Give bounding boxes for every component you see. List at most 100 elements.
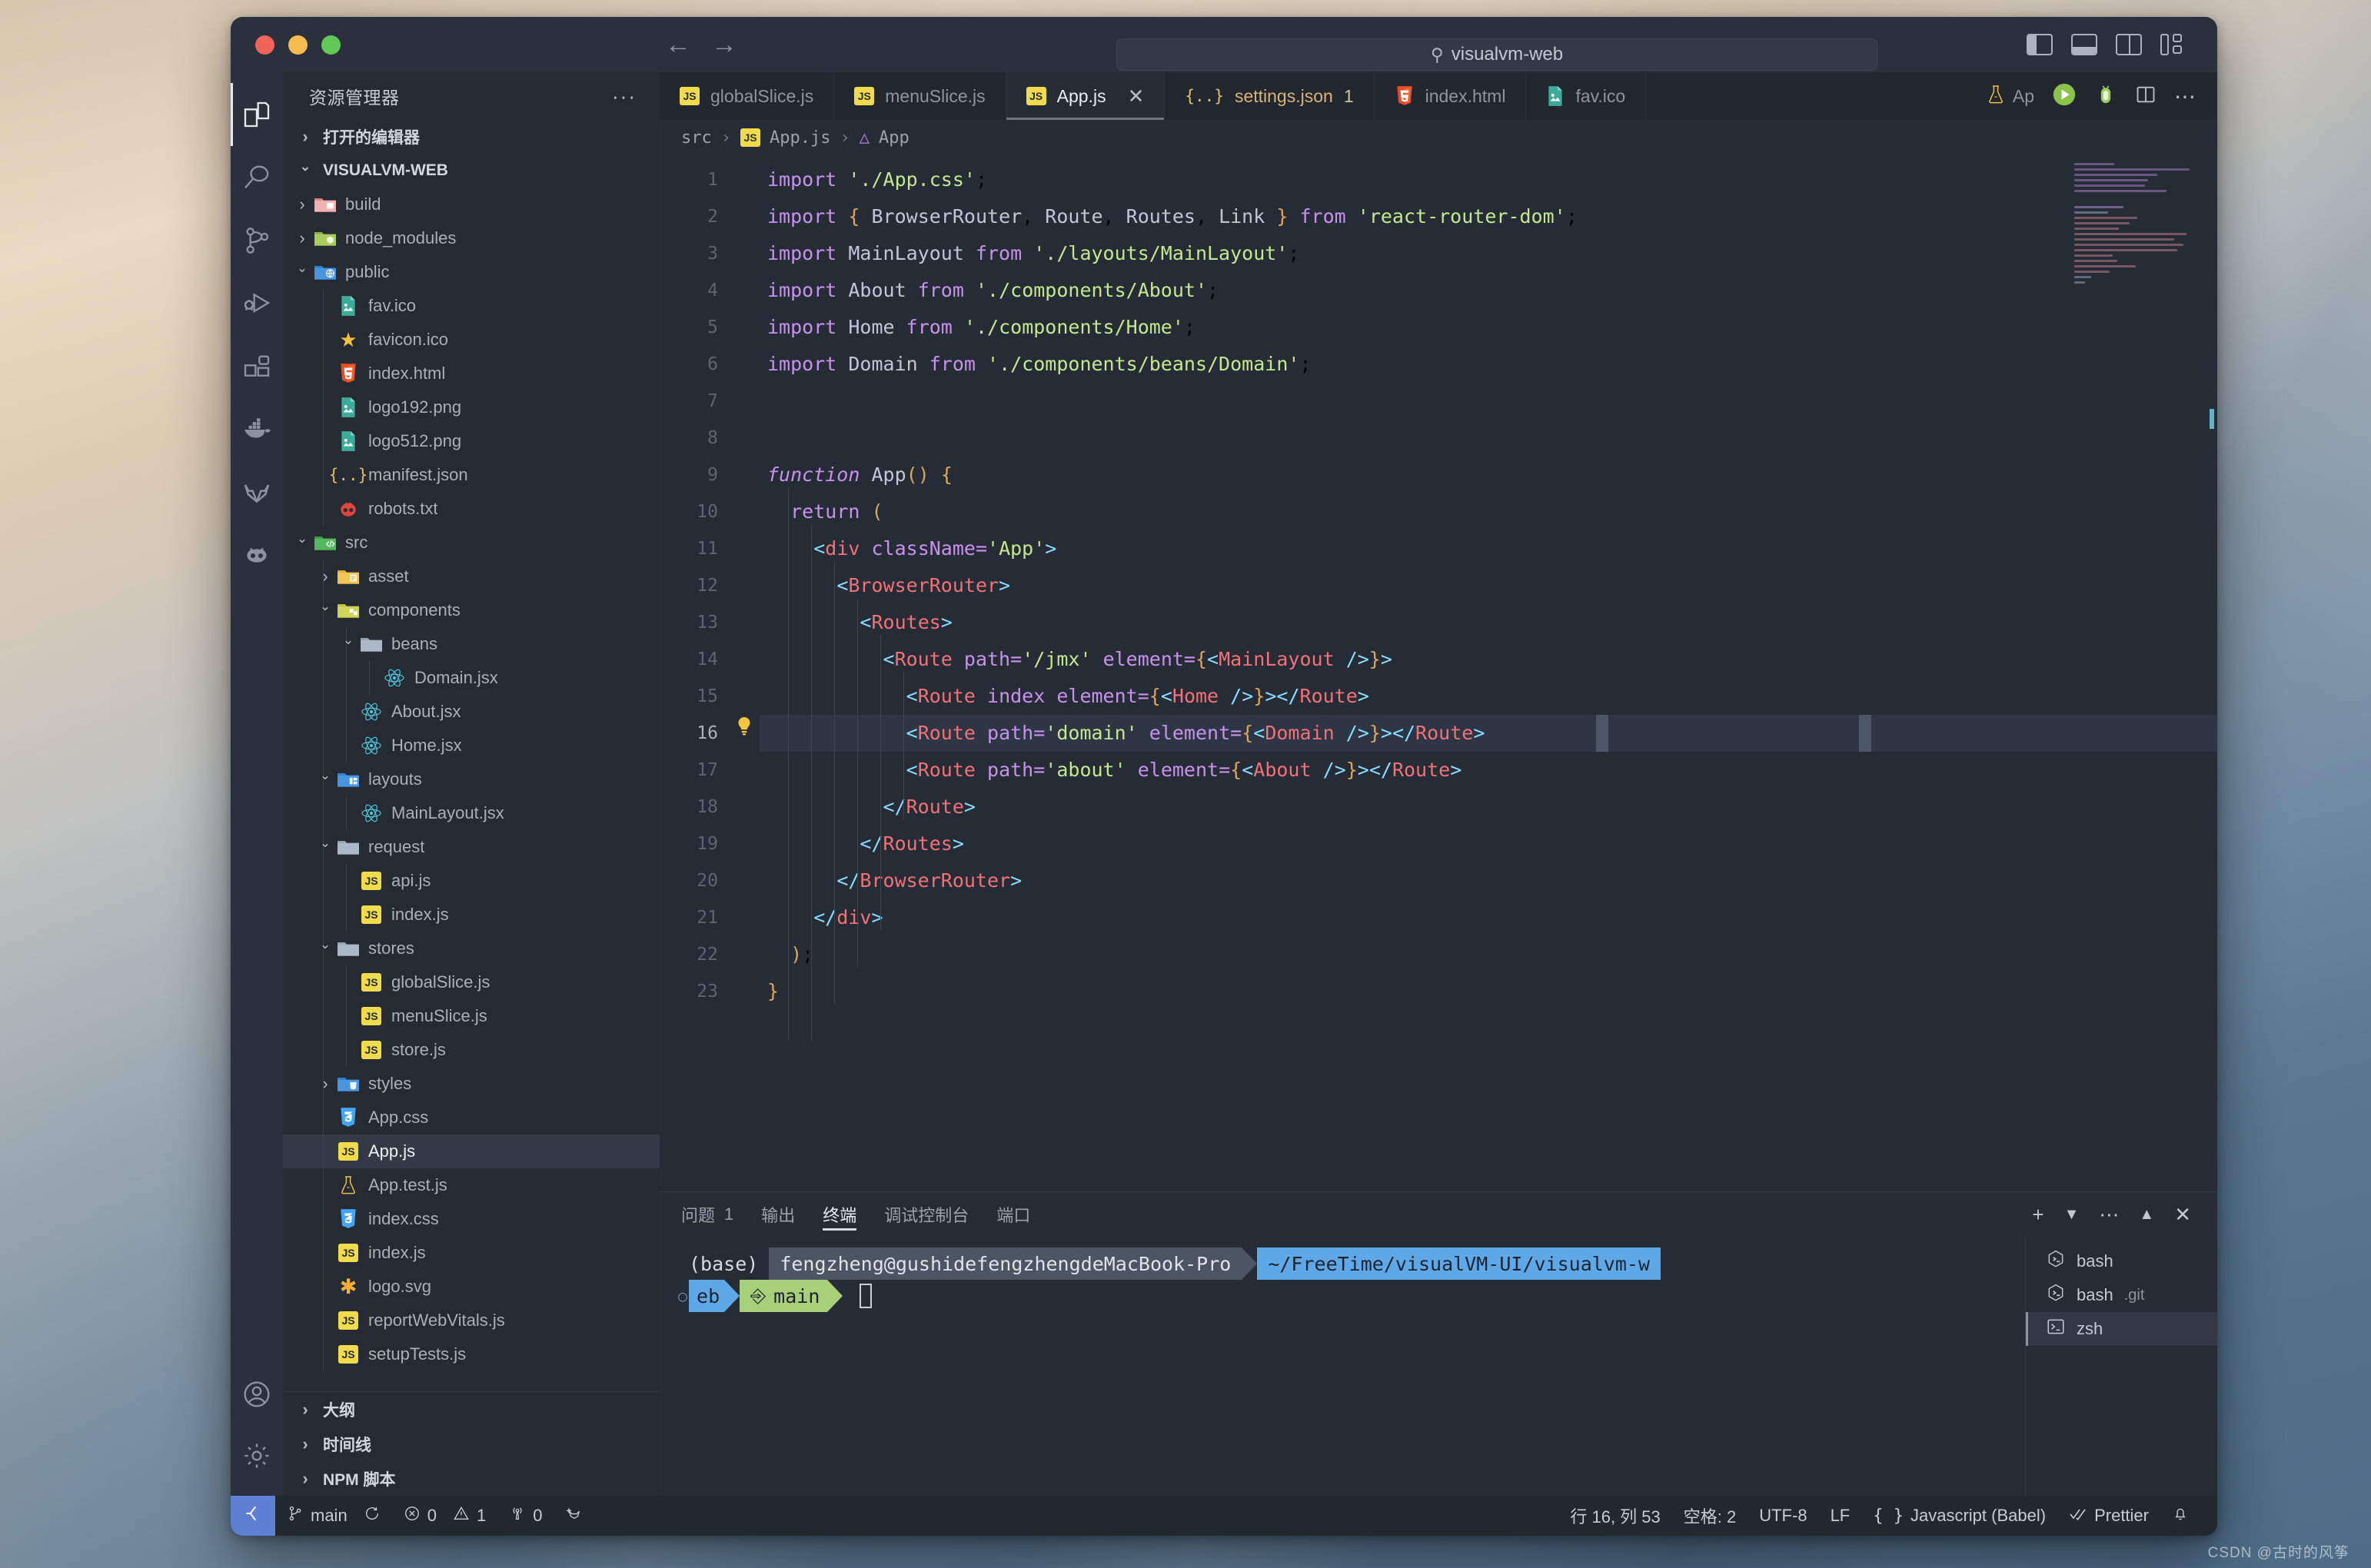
tree-folder-public[interactable]: public [283,255,660,289]
tree-file-setuptests-js[interactable]: JS setupTests.js [283,1337,660,1371]
code-line[interactable]: ); [760,936,2217,973]
tree-file-fav-ico[interactable]: fav.ico [283,289,660,323]
tree-folder-build[interactable]: build [283,188,660,221]
editor-tab-overflow[interactable]: Ap [1987,85,2034,108]
file-tree[interactable]: build node_modulespublic fav.ico ★ favicon.i… [283,188,660,1391]
status-cursor-position[interactable]: 行 16, 列 53 [1558,1503,1671,1528]
terminal-session-bash-git[interactable]: bash .git [2026,1278,2217,1312]
quick-fix-gutter[interactable] [729,155,760,1191]
panel-tab-ports[interactable]: 端口 [996,1192,1030,1237]
sync-icon[interactable] [364,1505,381,1526]
code-line[interactable]: <Route path='domain' element={<Domain />… [760,715,2217,752]
tree-file-manifest-json[interactable]: {..} manifest.json [283,458,660,492]
play-icon[interactable] [2051,81,2077,111]
chevron-down-icon[interactable] [315,772,335,787]
toggle-panel-button[interactable] [2071,34,2097,55]
code-line[interactable]: import MainLayout from './layouts/MainLa… [760,235,2217,272]
code-line[interactable]: function App() { [760,457,2217,493]
tree-file-index-css[interactable]: index.css [283,1202,660,1236]
activitybar-item-extensions[interactable] [231,335,283,398]
code-line[interactable]: </Route> [760,789,2217,826]
tree-file-globalslice-js[interactable]: JS globalSlice.js [283,965,660,999]
chevron-right-icon[interactable] [315,566,335,586]
tree-folder-stores[interactable]: stores [283,932,660,965]
code-line[interactable]: import Domain from './components/beans/D… [760,346,2217,383]
status-ports[interactable]: 0 [497,1505,554,1526]
bug-icon[interactable] [2094,82,2117,111]
toggle-primary-sidebar-button[interactable] [2027,34,2053,55]
chevron-right-icon[interactable] [315,1074,335,1094]
editor-tabs[interactable]: JS globalSlice.js JS menuSlice.js JS App.js ✕ {… [660,72,2217,120]
quick-fix-lightbulb-icon[interactable] [729,715,760,752]
activitybar-item-gitlab[interactable] [231,461,283,524]
code-line[interactable]: <BrowserRouter> [760,567,2217,604]
go-forward-icon[interactable]: → [711,32,737,58]
tree-file-mainlayout-jsx[interactable]: MainLayout.jsx [283,796,660,830]
chevron-down-icon[interactable] [292,264,312,280]
chevron-down-icon[interactable] [338,636,358,652]
code-line[interactable]: </Routes> [760,826,2217,862]
tree-folder-request[interactable]: request [283,830,660,864]
remote-window-button[interactable] [231,1496,275,1536]
status-encoding[interactable]: UTF-8 [1747,1506,1818,1526]
sidebar-section-timeline[interactable]: 时间线 [283,1427,660,1461]
activitybar-item-accounts[interactable] [231,1370,283,1433]
plus-icon[interactable]: + [2032,1203,2043,1227]
tree-file-app-test-js[interactable]: App.test.js [283,1168,660,1202]
tree-file-logo-svg[interactable]: ✱ logo.svg [283,1270,660,1304]
sidebar-section-npm-scripts[interactable]: NPM 脚本 [283,1461,660,1496]
tree-file-reportwebvitals-js[interactable]: JS reportWebVitals.js [283,1304,660,1337]
code-line[interactable]: } [760,973,2217,1010]
close-icon[interactable]: ✕ [2174,1203,2191,1227]
tree-folder-beans[interactable]: beans [283,627,660,661]
code-line[interactable] [760,383,2217,420]
tree-file-menuslice-js[interactable]: JS menuSlice.js [283,999,660,1033]
chevron-up-icon[interactable]: ▲ [2139,1206,2154,1224]
tree-folder-styles[interactable]: styles [283,1067,660,1101]
tree-folder-layouts[interactable]: layouts [283,762,660,796]
code-line[interactable]: </BrowserRouter> [760,862,2217,899]
panel-tab-debug-console[interactable]: 调试控制台 [884,1192,969,1237]
tree-file-domain-jsx[interactable]: Domain.jsx [283,661,660,695]
chevron-right-icon[interactable] [292,228,312,248]
activitybar-item-codeium[interactable] [231,524,283,587]
breadcrumb[interactable]: src › JS App.js › △ App [660,120,2217,155]
tree-file-index-js[interactable]: JS index.js [283,898,660,932]
panel-tab-output[interactable]: 输出 [761,1192,795,1237]
panel-tab-terminal[interactable]: 终端 [823,1192,857,1237]
terminal-output[interactable]: (base) fengzheng@gushidefengzhengdeMacBo… [660,1237,2025,1496]
chevron-down-icon[interactable]: ▼ [2064,1206,2080,1224]
activitybar-item-settings[interactable] [231,1433,283,1496]
code-line[interactable]: import { BrowserRouter, Route, Routes, L… [760,198,2217,235]
status-prettier[interactable]: Prettier [2057,1506,2160,1526]
close-window-button[interactable] [255,35,274,55]
tree-file-logo512-png[interactable]: logo512.png [283,424,660,458]
tree-folder-node-modules[interactable]: node_modules [283,221,660,255]
status-gitlens[interactable] [554,1505,595,1526]
sidebar-section-open-editors[interactable]: 打开的编辑器 [283,120,660,154]
status-eol[interactable]: LF [1819,1506,1862,1526]
activitybar-item-explorer[interactable] [231,83,283,146]
sidebar-more-actions-button[interactable]: ··· [612,85,637,108]
breadcrumb-item-symbol[interactable]: App [879,128,909,148]
code-line[interactable]: import './App.css'; [760,161,2217,198]
chevron-down-icon[interactable] [315,941,335,956]
quick-open-input[interactable]: ⚲ visualvm-web [1116,38,1877,71]
toggle-secondary-sidebar-button[interactable] [2116,34,2142,55]
activitybar-item-search[interactable] [231,146,283,209]
split-icon[interactable] [2134,84,2157,109]
terminal-session-list[interactable]: bash bash .git zsh [2025,1237,2217,1496]
code-line[interactable]: <div className='App'> [760,530,2217,567]
activitybar-item-docker[interactable] [231,398,283,461]
code-line[interactable]: <Route path='about' element={<About />}>… [760,752,2217,789]
tree-file-favicon-ico[interactable]: ★ favicon.ico [283,323,660,357]
sidebar-section-project[interactable]: VISUALVM-WEB [283,154,660,188]
chevron-down-icon[interactable] [315,839,335,855]
ellipsis-icon[interactable]: ⋯ [2174,84,2197,109]
chevron-right-icon[interactable] [292,194,312,214]
terminal-session-bash[interactable]: bash [2026,1244,2217,1278]
code-line[interactable]: import Home from './components/Home'; [760,309,2217,346]
editor-tab-index-html[interactable]: index.html [1374,72,1527,120]
sidebar-section-outline[interactable]: 大纲 [283,1392,660,1427]
tree-file-app-css[interactable]: App.css [283,1101,660,1134]
